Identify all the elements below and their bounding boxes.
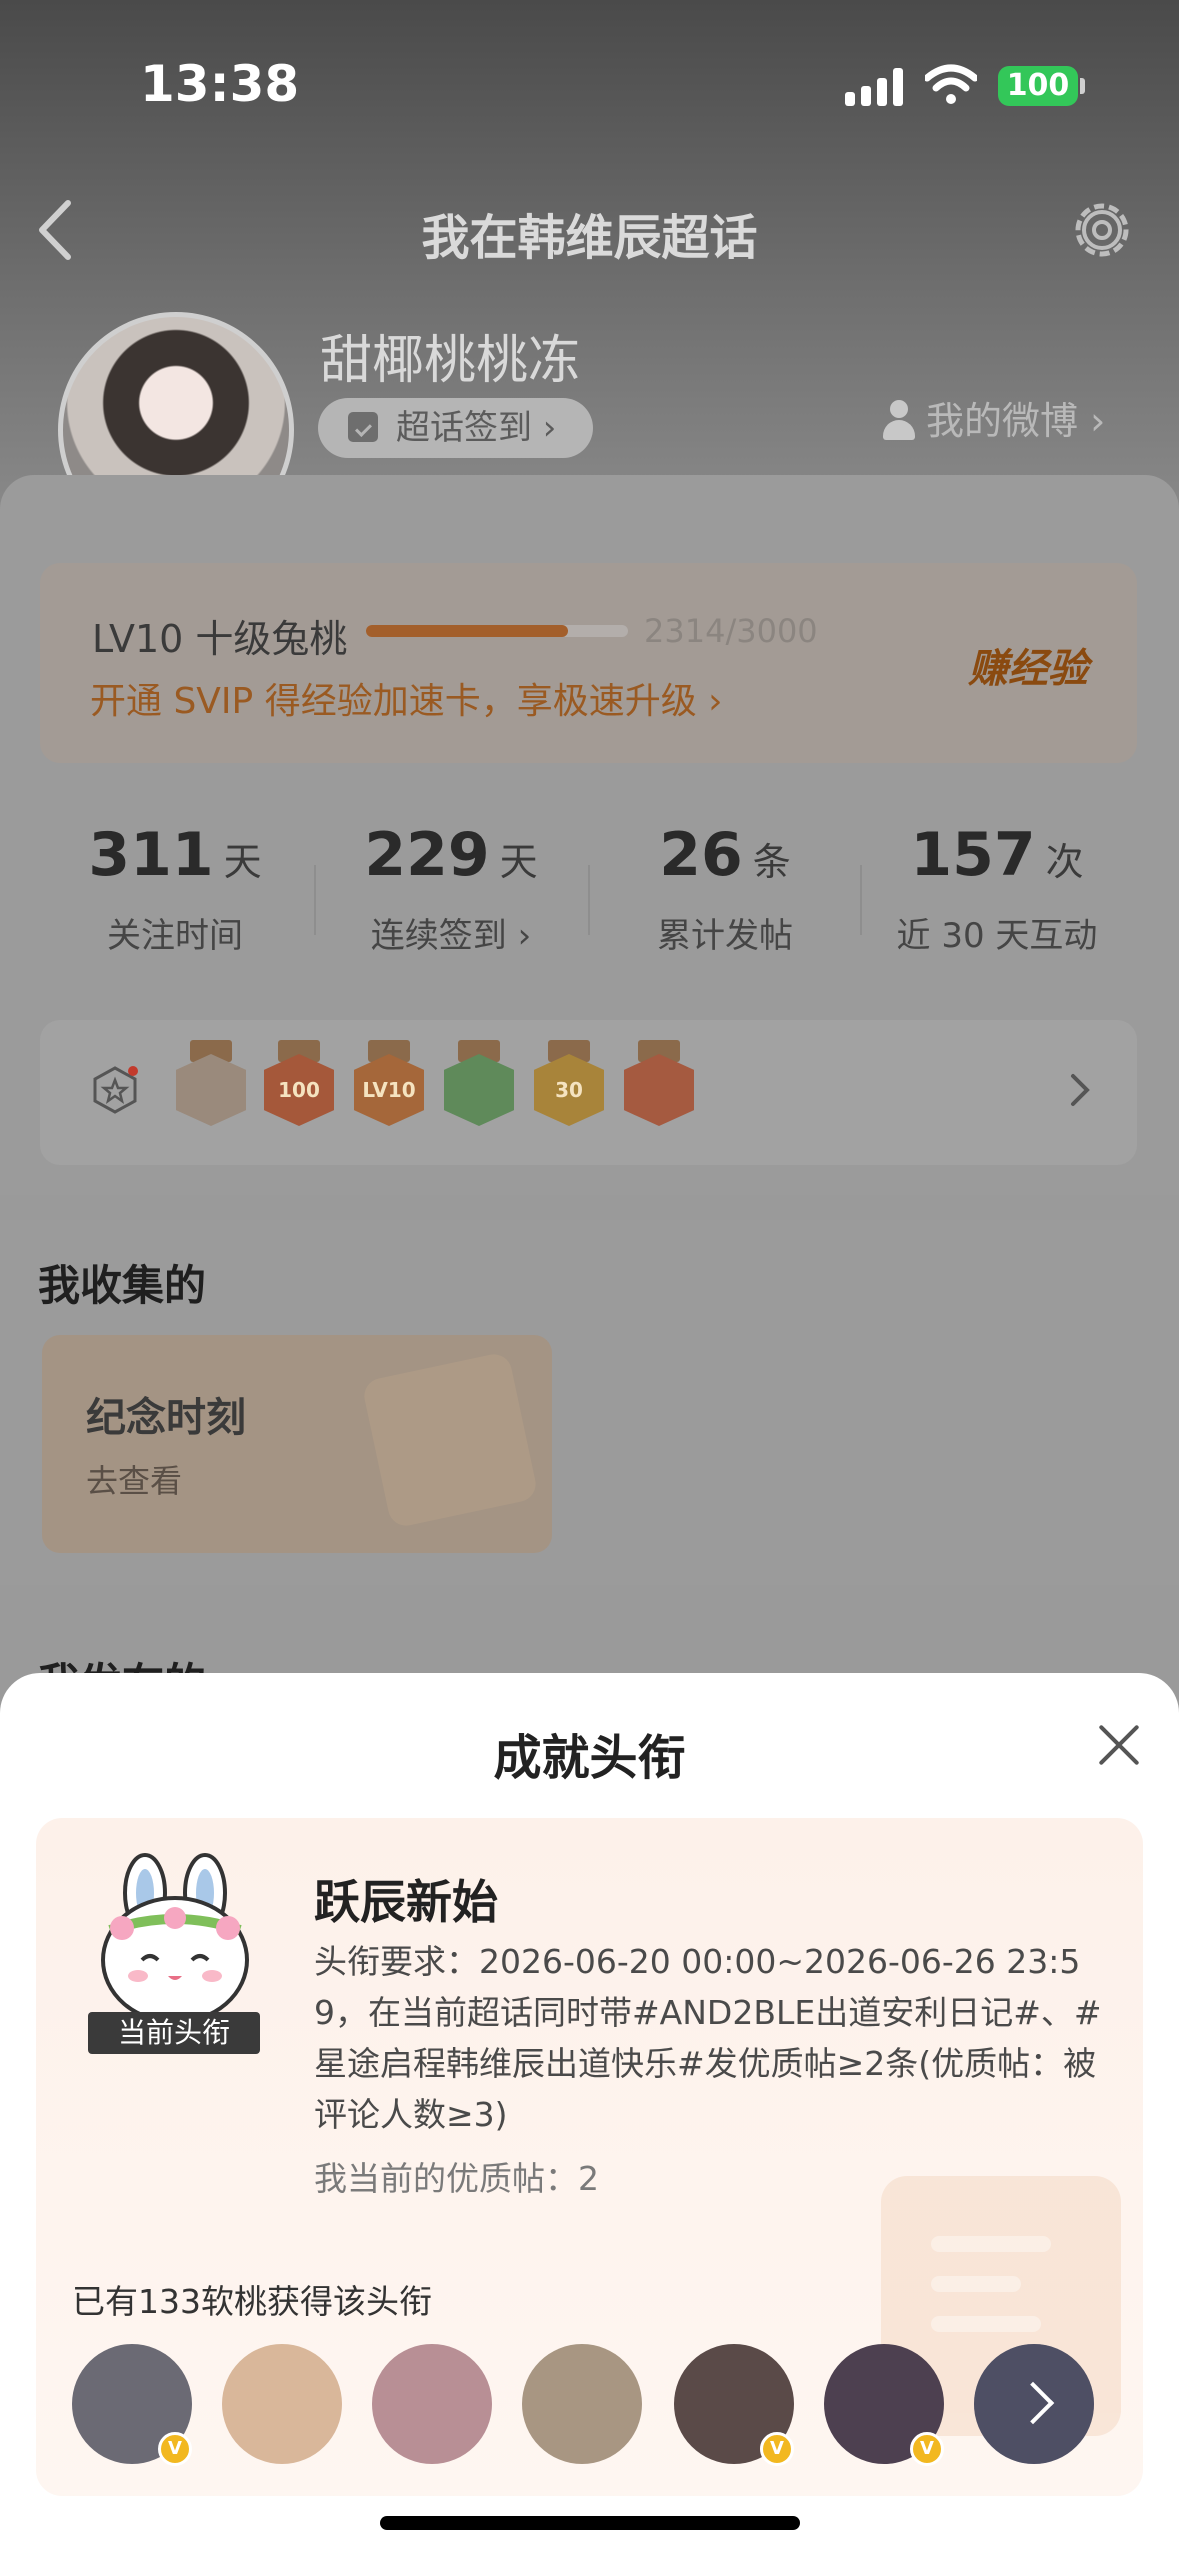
stat-unit: 条	[752, 840, 791, 884]
level-progress-bar	[366, 625, 628, 637]
stat-value: 157	[910, 820, 1036, 890]
stat-unit: 次	[1045, 840, 1084, 884]
wifi-icon	[925, 64, 977, 104]
close-icon[interactable]	[1096, 1722, 1142, 1768]
stat-value: 26	[659, 820, 743, 890]
stat-label: 近 30 天互动	[896, 916, 1098, 956]
medal-item[interactable]: 30	[534, 1040, 604, 1130]
medal-text: 30	[555, 1078, 583, 1102]
cellular-signal-icon	[845, 66, 905, 106]
medal-shield	[444, 1054, 514, 1126]
checkin-button[interactable]: 超话签到 ›	[318, 398, 593, 458]
memory-calendar-icon	[361, 1351, 539, 1529]
holders-count: 已有133软桃获得该头衔	[72, 2282, 432, 2321]
bunny-title-icon	[101, 1853, 249, 2024]
sheet-title: 成就头衔	[493, 1730, 686, 1786]
battery-tip	[1080, 78, 1085, 94]
achievement-name: 跃辰新始	[314, 1875, 498, 1929]
medal-row[interactable]: 100 LV10 30	[40, 1020, 1137, 1165]
stat-label: 关注时间	[107, 916, 243, 956]
my-weibo-label: 我的微博 ›	[926, 399, 1106, 443]
verified-badge-icon: V	[158, 2432, 192, 2466]
medal-item[interactable]	[624, 1040, 694, 1130]
level-label: LV10 十级兔桃	[92, 617, 348, 661]
checkin-label: 超话签到 ›	[396, 408, 557, 448]
person-icon	[880, 400, 918, 440]
svip-promo-link[interactable]: 开通 SVIP 得经验加速卡，享极速升级 ›	[90, 672, 723, 724]
verified-badge-icon: V	[910, 2432, 944, 2466]
medal-item[interactable]: LV10	[354, 1040, 424, 1130]
stat-value: 229	[364, 820, 490, 890]
stat-label: 累计发帖	[657, 916, 793, 956]
level-exp-text: 2314/3000	[644, 612, 818, 650]
level-progress-fill	[366, 625, 568, 637]
more-holders-chevron-icon[interactable]	[974, 2344, 1094, 2464]
home-indicator	[380, 2516, 800, 2530]
medal-shield	[176, 1054, 246, 1126]
medal-shield	[624, 1054, 694, 1126]
stat-follow-days: 311 天 关注时间	[40, 820, 310, 957]
page-title: 我在韩维辰超话	[421, 210, 758, 266]
earn-exp-button[interactable]: 赚经验	[968, 636, 1088, 694]
holder-avatar[interactable]	[222, 2344, 342, 2464]
my-weibo-link[interactable]: 我的微博 ›	[880, 390, 1105, 445]
memory-card-title: 纪念时刻	[86, 1395, 246, 1441]
achievement-requirement: 头衔要求：2026-06-20 00:00~2026-06-26 23:59，在…	[314, 1942, 1102, 2134]
gear-icon[interactable]	[1066, 194, 1138, 266]
stat-label: 连续签到 ›	[370, 916, 532, 956]
medal-item[interactable]	[176, 1040, 246, 1130]
verified-badge-icon: V	[760, 2432, 794, 2466]
status-bar: 13:38 100	[0, 0, 1179, 170]
stats-row: 311 天 关注时间 229 天 连续签到 › 26 条 累计发帖 157 次 近 30…	[40, 820, 1137, 980]
collection-title: 我收集的	[38, 1261, 207, 1310]
my-quality-posts: 我当前的优质帖：2	[314, 2159, 599, 2198]
medal-star-icon	[93, 1066, 138, 1114]
stat-interactions: 157 次 近 30 天互动	[862, 820, 1132, 957]
stat-value: 311	[88, 820, 214, 890]
holder-avatar[interactable]	[372, 2344, 492, 2464]
battery-indicator: 100	[998, 66, 1078, 106]
medal-text: 100	[278, 1078, 320, 1102]
stat-unit: 天	[499, 840, 538, 884]
medal-text: LV10	[362, 1078, 416, 1102]
holder-avatar-row: V V V	[0, 2344, 1179, 2474]
stat-checkin-streak[interactable]: 229 天 连续签到 ›	[316, 820, 586, 957]
username: 甜椰桃桃冻	[320, 331, 581, 391]
medal-item[interactable]: 100	[264, 1040, 334, 1130]
chevron-right-icon[interactable]	[1065, 1070, 1095, 1110]
stat-total-posts: 26 条 累计发帖	[590, 820, 860, 957]
memory-card-link[interactable]: 去查看	[86, 1456, 182, 1502]
holder-avatar[interactable]	[522, 2344, 642, 2464]
stat-unit: 天	[223, 840, 262, 884]
medal-item[interactable]	[444, 1040, 514, 1130]
calendar-check-icon	[348, 412, 378, 442]
status-time: 13:38	[140, 55, 300, 113]
current-title-tag: 当前头衔	[88, 2012, 260, 2054]
